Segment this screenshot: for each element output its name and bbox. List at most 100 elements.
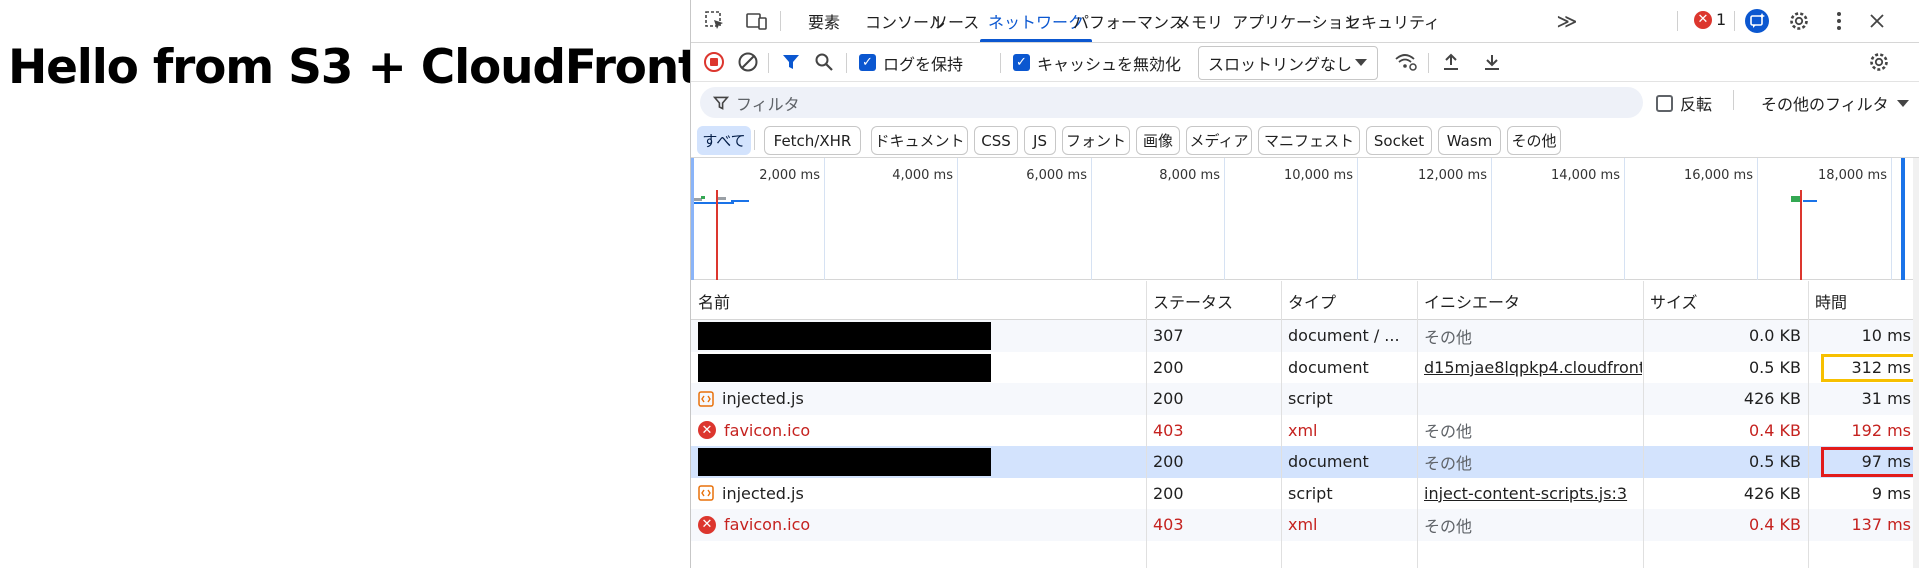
overview-left-handle[interactable] (691, 158, 694, 280)
load-event-line (716, 190, 718, 280)
request-name[interactable]: injected.js (698, 383, 1138, 415)
disable-cache-checkbox[interactable]: ✓ キャッシュを無効化 (1013, 49, 1181, 76)
devtools-tabbar: ≫ ✕ 1 要素 コンソール ソース ネットワーク パフォーマンス メモリ アプリケーション… (691, 0, 1919, 43)
type-filter-chip[interactable]: 画像 (1136, 126, 1180, 155)
more-filters-dropdown[interactable]: その他のフィルタ (1761, 91, 1909, 115)
column-separator[interactable] (1281, 281, 1282, 568)
status-cell: 200 (1153, 389, 1184, 409)
error-counter[interactable]: ✕ 1 (1694, 10, 1726, 29)
tab-5[interactable]: メモリ (1175, 0, 1223, 42)
more-tabs-button[interactable]: ≫ (1553, 8, 1581, 34)
overview-bar (701, 196, 705, 199)
invert-checkbox[interactable]: 反転 (1656, 91, 1712, 115)
close-devtools-icon[interactable] (1863, 8, 1891, 34)
table-row[interactable]: ✕ favicon.ico 403 xml その他 0.4 KB 192 ms (691, 415, 1919, 447)
highlight-box-yellow (1821, 353, 1918, 382)
network-overview-timeline[interactable]: 2,000 ms 4,000 ms 6,000 ms 8,000 ms 10,000 m… (691, 158, 1919, 280)
column-separator[interactable] (1643, 281, 1644, 568)
column-header[interactable]: サイズ (1650, 281, 1698, 320)
preserve-log-checkbox[interactable]: ✓ ログを保持 (859, 49, 963, 76)
type-filter-chip[interactable]: すべて (697, 126, 751, 155)
size-cell: 0.4 KB (1749, 515, 1801, 535)
import-har-upload-icon[interactable] (1437, 49, 1465, 75)
type-filter-chip[interactable]: Fetch/XHR (764, 126, 861, 155)
network-toolbar: ✓ ログを保持 ✓ キャッシュを無効化 スロットリングなし (691, 43, 1919, 82)
column-header[interactable]: タイプ (1288, 281, 1336, 320)
filter-input[interactable]: フィルタ (700, 87, 1643, 118)
checkbox-check-icon: ✓ (859, 54, 876, 71)
devtools-panel: ≫ ✕ 1 要素 コンソール ソース ネットワーク パフォーマンス メモリ アプリケーション… (690, 0, 1919, 568)
table-row[interactable]: 307 document / ... その他 0.0 KB 10 ms (691, 320, 1919, 352)
overview-gridline (1757, 158, 1758, 280)
type-filter-chip[interactable]: マニフェスト (1258, 126, 1360, 155)
status-cell: 403 (1153, 515, 1184, 535)
tab-3[interactable]: ネットワーク (979, 0, 1093, 42)
inspect-element-icon[interactable] (701, 8, 729, 34)
tab-6[interactable]: アプリケーション (1232, 0, 1360, 42)
type-filter-chip[interactable]: フォント (1062, 126, 1130, 155)
more-options-icon[interactable] (1825, 8, 1853, 34)
tab-0[interactable]: 要素 (808, 0, 840, 42)
overview-bar (731, 200, 749, 202)
network-conditions-icon[interactable] (1392, 49, 1420, 75)
type-filter-chip[interactable]: その他 (1507, 126, 1561, 155)
time-cell: 9 ms (1871, 483, 1911, 503)
type-filter-chip[interactable]: CSS (974, 126, 1018, 155)
type-filter-chip[interactable]: Socket (1366, 126, 1432, 155)
tabbar-separator (1734, 11, 1735, 31)
column-header[interactable]: イニシエータ (1424, 281, 1520, 320)
ai-assistance-icon[interactable] (1743, 8, 1771, 34)
table-row[interactable]: injected.js 200 script 426 KB 31 ms (691, 383, 1919, 415)
column-header[interactable]: 名前 (698, 281, 730, 320)
type-filter-chip[interactable]: Wasm (1438, 126, 1501, 155)
request-name[interactable]: injected.js (698, 478, 1138, 510)
initiator-cell[interactable]: d15mjae8lqpkp4.cloudfront (1424, 352, 1642, 384)
throttling-select[interactable]: スロットリングなし (1198, 46, 1378, 80)
size-cell: 0.0 KB (1749, 326, 1801, 346)
settings-gear-icon[interactable] (1785, 8, 1813, 34)
table-row[interactable]: ✕ favicon.ico 403 xml その他 0.4 KB 137 ms (691, 509, 1919, 541)
tab-4[interactable]: パフォーマンス (1073, 0, 1185, 42)
table-row[interactable]: injected.js 200 script inject-content-scrip… (691, 478, 1919, 510)
stop-recording-icon[interactable] (700, 49, 728, 75)
script-file-icon (698, 485, 714, 501)
table-header: 名前 ステータス タイプ イニシエータ サイズ 時間 (691, 281, 1919, 320)
type-filter-chip[interactable]: ドキュメント (871, 126, 968, 155)
tab-2[interactable]: ソース (932, 0, 979, 42)
column-separator[interactable] (1146, 281, 1147, 568)
network-settings-gear-icon[interactable] (1865, 49, 1893, 75)
toolbar-separator (1000, 53, 1001, 73)
checkbox-check-icon: ✓ (1013, 54, 1030, 71)
overview-tick-label: 6,000 ms (1026, 168, 1087, 183)
request-name[interactable]: ✕ favicon.ico (698, 509, 1138, 541)
export-har-download-icon[interactable] (1478, 49, 1506, 75)
device-toolbar-icon[interactable] (742, 8, 770, 34)
status-cell: 307 (1153, 326, 1184, 346)
resource-type-filters: すべて Fetch/XHR ドキュメント CSS JS フォント 画像 メディア マニフェスト S… (691, 122, 1919, 158)
table-row[interactable]: 200 document d15mjae8lqpkp4.cloudfront 0.5 … (691, 352, 1919, 384)
overview-gridline (1891, 158, 1892, 280)
column-separator[interactable] (1808, 281, 1809, 568)
overview-gridline (1224, 158, 1225, 280)
column-header[interactable]: 時間 (1815, 281, 1847, 320)
initiator-cell[interactable]: inject-content-scripts.js:3 (1424, 478, 1642, 510)
checkbox-unchecked-icon (1656, 94, 1673, 112)
tab-7[interactable]: セキュリティ (1345, 0, 1440, 42)
column-separator[interactable] (1417, 281, 1418, 568)
clear-log-icon[interactable] (734, 49, 762, 75)
initiator-cell: その他 (1424, 422, 1473, 442)
filter-funnel-icon[interactable] (777, 49, 805, 75)
vertical-scrollbar[interactable] (1913, 158, 1919, 568)
overview-bar (694, 202, 734, 204)
type-filter-chip[interactable]: メディア (1186, 126, 1252, 155)
column-header[interactable]: ステータス (1153, 281, 1233, 320)
status-cell: 200 (1153, 452, 1184, 472)
table-row[interactable]: 200 document その他 0.5 KB 97 ms (691, 446, 1919, 478)
filter-separator (1733, 90, 1734, 110)
error-icon: ✕ (698, 515, 716, 534)
request-name[interactable]: ✕ favicon.ico (698, 415, 1138, 447)
initiator-cell: その他 (1424, 327, 1473, 347)
overview-right-handle[interactable] (1901, 158, 1905, 280)
type-filter-chip[interactable]: JS (1024, 126, 1056, 155)
search-icon[interactable] (810, 49, 838, 75)
